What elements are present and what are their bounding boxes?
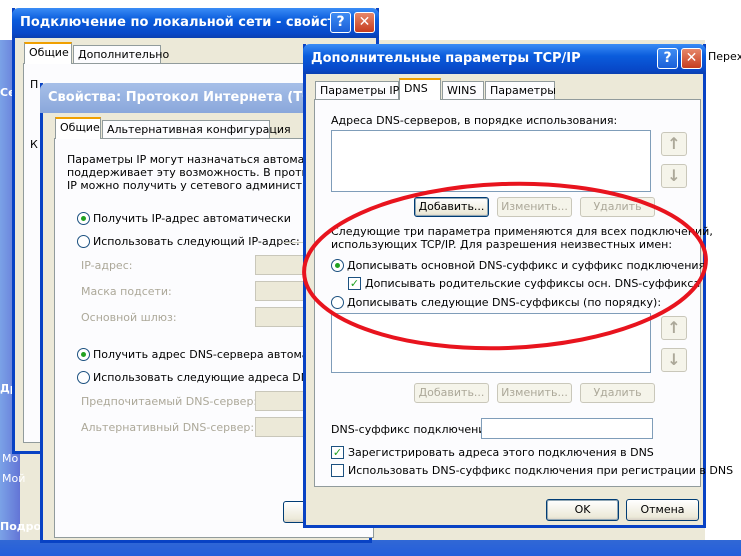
red-highlight-ellipse: [302, 181, 708, 351]
tab-tcpip-general[interactable]: Общие: [55, 117, 101, 139]
tab-dns[interactable]: DNS: [399, 78, 441, 100]
annotation-ellipse: [302, 181, 708, 351]
tab-general[interactable]: Общие: [24, 42, 72, 64]
